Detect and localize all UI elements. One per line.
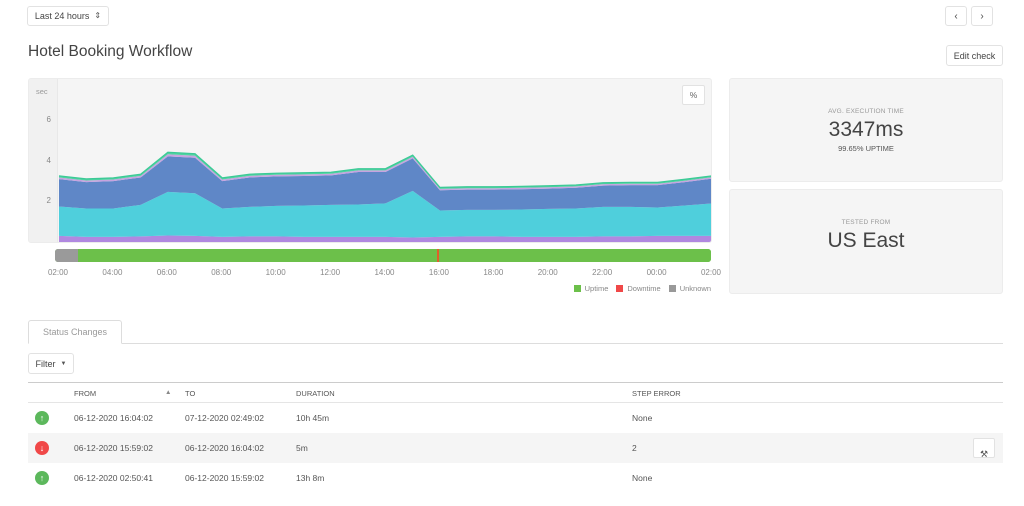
downtime-swatch [616, 285, 623, 292]
x-tick: 14:00 [374, 268, 394, 277]
x-tick: 02:00 [701, 268, 721, 277]
cell-duration: 13h 8m [296, 473, 324, 483]
cell-from: 06-12-2020 15:59:02 [74, 443, 153, 453]
legend-item-uptime: Uptime [574, 284, 609, 293]
filter-label: Filter [36, 359, 56, 369]
x-tick: 18:00 [483, 268, 503, 277]
legend-item-unknown: Unknown [669, 284, 711, 293]
table-row: ↑ 06-12-2020 02:50:41 06-12-2020 15:59:0… [28, 463, 1003, 493]
legend-label: Downtime [627, 284, 660, 293]
edit-check-button[interactable]: Edit check [946, 45, 1003, 66]
cell-duration: 5m [296, 443, 308, 453]
cell-to: 07-12-2020 02:49:02 [185, 413, 264, 423]
location-value: US East [730, 229, 1002, 253]
table-row: ↓ 06-12-2020 15:59:02 06-12-2020 16:04:0… [28, 433, 1003, 463]
troubleshoot-button[interactable]: ⚒ [973, 438, 995, 458]
status-segment-uptime [439, 249, 711, 262]
sort-ascending-icon[interactable]: ▲ [165, 389, 171, 396]
chevron-right-icon: › [980, 11, 983, 22]
updown-icon: ⇕ [94, 12, 101, 20]
time-range-select[interactable]: Last 24 hours ⇕ [27, 6, 109, 26]
avg-execution-value: 3347ms [730, 118, 1002, 142]
status-up-icon: ↑ [35, 471, 49, 485]
time-range-label: Last 24 hours [35, 11, 90, 21]
x-tick: 22:00 [592, 268, 612, 277]
cell-to: 06-12-2020 15:59:02 [185, 473, 264, 483]
cell-step-error: 2 [632, 443, 637, 453]
unknown-swatch [669, 285, 676, 292]
previous-button[interactable]: ‹ [945, 6, 967, 26]
next-button[interactable]: › [971, 6, 993, 26]
x-tick: 08:00 [211, 268, 231, 277]
x-tick: 12:00 [320, 268, 340, 277]
column-header-step-error[interactable]: STEP ERROR [632, 389, 681, 398]
column-header-to[interactable]: TO [185, 389, 195, 398]
x-tick: 20:00 [538, 268, 558, 277]
filter-dropdown[interactable]: Filter ▼ [28, 353, 74, 374]
status-segment-uptime [78, 249, 437, 262]
chevron-left-icon: ‹ [954, 11, 957, 22]
tab-status-changes[interactable]: Status Changes [28, 320, 122, 344]
x-tick: 04:00 [102, 268, 122, 277]
percent-toggle-button[interactable]: % [682, 85, 705, 105]
status-changes-table: FROM ▲ TO DURATION STEP ERROR ↑ 06-12-20… [28, 382, 1003, 493]
legend-label: Unknown [680, 284, 711, 293]
x-tick: 16:00 [429, 268, 449, 277]
legend-item-downtime: Downtime [616, 284, 660, 293]
cell-from: 06-12-2020 02:50:41 [74, 473, 153, 483]
column-header-from[interactable]: FROM [74, 389, 96, 398]
uptime-value: 99.65% UPTIME [730, 144, 1002, 153]
cell-step-error: None [632, 413, 652, 423]
column-header-duration[interactable]: DURATION [296, 389, 335, 398]
table-header: FROM ▲ TO DURATION STEP ERROR [28, 383, 1003, 403]
cell-to: 06-12-2020 16:04:02 [185, 443, 264, 453]
tools-icon: ⚒ [980, 449, 988, 460]
x-tick: 02:00 [48, 268, 68, 277]
x-tick: 10:00 [266, 268, 286, 277]
cell-step-error: None [632, 473, 652, 483]
table-row: ↑ 06-12-2020 16:04:02 07-12-2020 02:49:0… [28, 403, 1003, 433]
x-tick: 00:00 [647, 268, 667, 277]
x-tick: 06:00 [157, 268, 177, 277]
stat-label: AVG. EXECUTION TIME [730, 108, 1002, 115]
legend-label: Uptime [585, 284, 609, 293]
status-down-icon: ↓ [35, 441, 49, 455]
page-title: Hotel Booking Workflow [28, 43, 192, 61]
chart-legend: Uptime Downtime Unknown [574, 284, 711, 293]
caret-down-icon: ▼ [61, 361, 67, 367]
status-timeline-bar [55, 249, 711, 262]
chart-plot-area [29, 79, 712, 243]
status-up-icon: ↑ [35, 411, 49, 425]
status-segment-unknown [55, 249, 78, 262]
tab-bar: Status Changes [28, 320, 1003, 344]
stat-label: TESTED FROM [730, 219, 1002, 226]
uptime-swatch [574, 285, 581, 292]
avg-execution-card: AVG. EXECUTION TIME 3347ms 99.65% UPTIME [729, 78, 1003, 182]
cell-from: 06-12-2020 16:04:02 [74, 413, 153, 423]
execution-time-chart: sec 2 4 6 % [28, 78, 712, 243]
cell-duration: 10h 45m [296, 413, 329, 423]
tested-from-card: TESTED FROM US East [729, 189, 1003, 294]
